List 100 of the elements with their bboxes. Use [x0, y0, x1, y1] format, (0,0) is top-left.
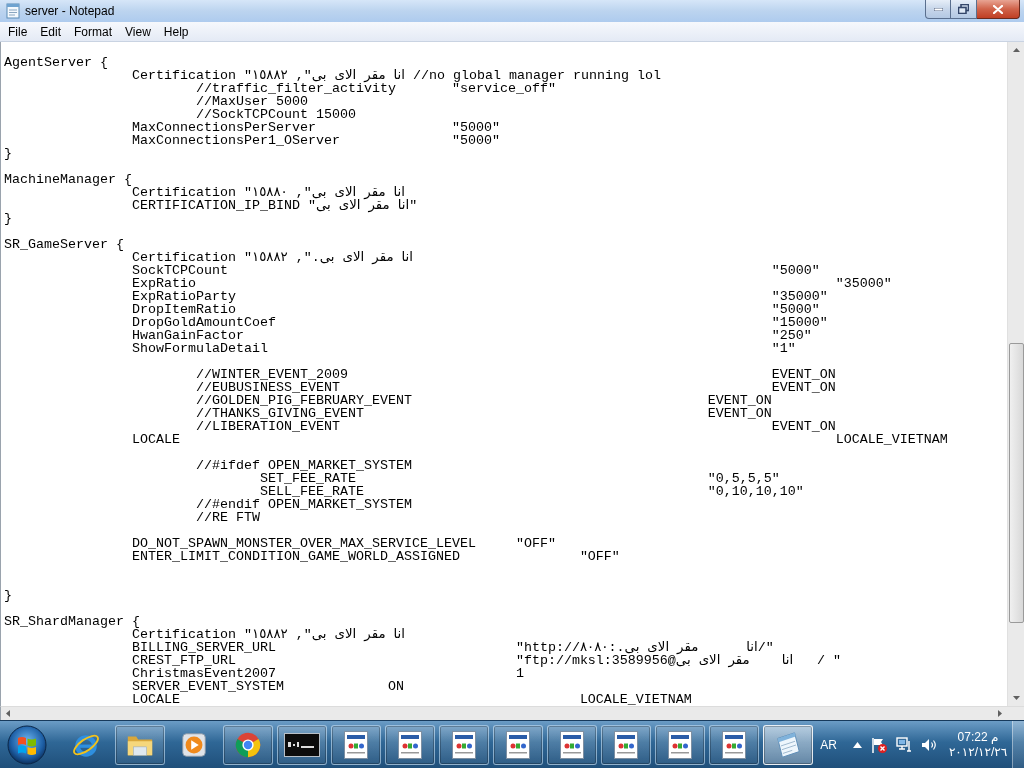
horizontal-scrollbar[interactable]: [0, 706, 1024, 720]
code-text: }: [4, 146, 12, 161]
clock-time[interactable]: 07:22 م: [957, 729, 999, 745]
code-text: "service_off": [451, 81, 556, 96]
code-text: EVENT_ON: [771, 367, 836, 382]
right-arrow-icon[interactable]: [998, 710, 1002, 717]
taskbar-button[interactable]: [385, 724, 435, 765]
taskbar-button[interactable]: [331, 724, 381, 765]
code-text: EVENT_ON: [707, 393, 772, 408]
code-text: "http://انا مقر الاى بى.:٨٠٨٠/": [515, 640, 774, 655]
code-text: //WINTER_EVENT_2009: [195, 367, 348, 382]
minimize-icon: [933, 7, 943, 11]
code-text: //EUBUSINESS_EVENT: [195, 380, 340, 395]
code-text: DO_NOT_SPAWN_MONSTER_OVER_MAX_SERVICE_LEVEL: [132, 536, 476, 551]
app-window-icon: [614, 730, 638, 759]
code-text: ShowFormulaDetail: [132, 341, 268, 356]
waving-flag-orb-icon: [7, 724, 47, 765]
app-window-icon: [452, 730, 476, 759]
code-text: "1": [771, 341, 796, 356]
code-text: LOCALE: [132, 692, 180, 706]
code-text: SockTCPCount: [132, 263, 228, 278]
code-text: //SockTCPCount 15000: [195, 107, 356, 122]
code-text: ExpRatioParty: [132, 289, 236, 304]
flag-with-cross-icon[interactable]: [871, 736, 887, 753]
code-text: //GOLDEN_PIG_FEBRUARY_EVENT: [195, 393, 412, 408]
menu-item[interactable]: Help: [157, 22, 195, 41]
app-window-icon: [668, 730, 692, 759]
close-button[interactable]: [977, 0, 1020, 19]
code-text: BILLING_SERVER_URL: [132, 640, 276, 655]
taskbar-button[interactable]: [547, 724, 597, 765]
code-text: ChristmasEvent2007: [132, 666, 276, 681]
code-text: "OFF": [515, 536, 556, 551]
taskbar-button[interactable]: [223, 724, 273, 765]
app-window-icon: [344, 730, 368, 759]
app-window-icon: [506, 730, 530, 759]
code-text: ON: [387, 679, 404, 694]
menu-item[interactable]: Edit: [34, 22, 68, 41]
code-text: MachineManager {: [4, 172, 132, 187]
taskbar-button[interactable]: [493, 724, 543, 765]
code-text: "5000": [451, 120, 500, 135]
code-text: Certification "انا مقر الاى بى", ١٥٨٨٢ //no global manager running lol: [132, 68, 661, 83]
code-text: CERTIFICATION_IP_BIND "انا مقر الاى بى": [132, 198, 418, 213]
taskbar-button[interactable]: [601, 724, 651, 765]
taskbar-button[interactable]: [655, 724, 705, 765]
code-text: "0,10,10,10": [707, 484, 804, 499]
code-text: EVENT_ON: [707, 406, 772, 421]
taskbar-button[interactable]: [277, 724, 327, 765]
code-text: SELL_FEE_RATE: [259, 484, 364, 499]
code-text: EVENT_ON: [771, 419, 836, 434]
code-text: MaxConnectionsPer1_OServer: [132, 133, 340, 148]
code-text: LOCALE: [132, 432, 180, 447]
code-text: //#ifdef OPEN_MARKET_SYSTEM: [195, 458, 412, 473]
left-arrow-icon[interactable]: [6, 710, 10, 717]
code-text: "ftp://mksl:3589956@انا مقر الاى بى / ": [515, 653, 842, 668]
minimize-button[interactable]: [925, 0, 951, 19]
code-text: }: [4, 211, 12, 226]
code-text: //THANKS_GIVING_EVENT: [195, 406, 364, 421]
clock-date[interactable]: ٢٠١٢/١٢/٢٦: [948, 744, 1008, 760]
taskbar-button[interactable]: [115, 724, 165, 765]
code-text: DropItemRatio: [132, 302, 236, 317]
code-text: //traffic_filter_activity: [195, 81, 396, 96]
code-text: SET_FEE_RATE: [259, 471, 356, 486]
code-text: SERVER_EVENT_SYSTEM: [132, 679, 284, 694]
code-text: HwanGainFactor: [132, 328, 244, 343]
code-text: "5000": [451, 133, 500, 148]
code-text: }: [4, 588, 12, 603]
menu-item[interactable]: File: [2, 22, 34, 41]
code-text: SR_GameServer {: [4, 237, 124, 252]
scrollbar-thumb[interactable]: [1008, 343, 1024, 623]
code-text: LOCALE_VIETNAM: [835, 432, 948, 447]
code-text: "5000": [771, 263, 820, 278]
notepad-icon: [5, 3, 21, 19]
close-icon: [993, 4, 1003, 14]
code-text: Certification "انا مقر الاى بى", ١٥٨٨٢: [132, 627, 406, 642]
network-icon[interactable]: [896, 736, 912, 753]
show-desktop-button[interactable]: [1012, 721, 1024, 768]
app-window-icon: [398, 730, 422, 759]
code-text: "OFF": [579, 549, 620, 564]
taskbar-button[interactable]: [709, 724, 759, 765]
up-arrow-icon[interactable]: [1012, 48, 1020, 52]
code-text: "35000": [771, 289, 828, 304]
code-text: "0,5,5,5": [707, 471, 780, 486]
down-arrow-icon[interactable]: [1012, 696, 1020, 700]
code-text: LOCALE_VIETNAM: [579, 692, 692, 706]
taskbar-button[interactable]: [439, 724, 489, 765]
menu-item[interactable]: Format: [68, 22, 119, 41]
code-text: //MaxUser 5000: [195, 94, 308, 109]
menu-item[interactable]: View: [119, 22, 157, 41]
code-text: AgentServer {: [4, 55, 108, 70]
code-text: "250": [771, 328, 812, 343]
up-arrow-icon[interactable]: [853, 741, 862, 748]
code-text: "35000": [835, 276, 892, 291]
code-text: CREST_FTP_URL: [132, 653, 236, 668]
vertical-scrollbar[interactable]: [1007, 42, 1024, 706]
language-indicator[interactable]: AR: [820, 737, 837, 752]
app-window-icon: [560, 730, 584, 759]
terminal-icon: [284, 732, 320, 757]
code-text: //LIBERATION_EVENT: [195, 419, 340, 434]
restore-button[interactable]: [951, 0, 977, 19]
code-text: SR_ShardManager {: [4, 614, 140, 629]
